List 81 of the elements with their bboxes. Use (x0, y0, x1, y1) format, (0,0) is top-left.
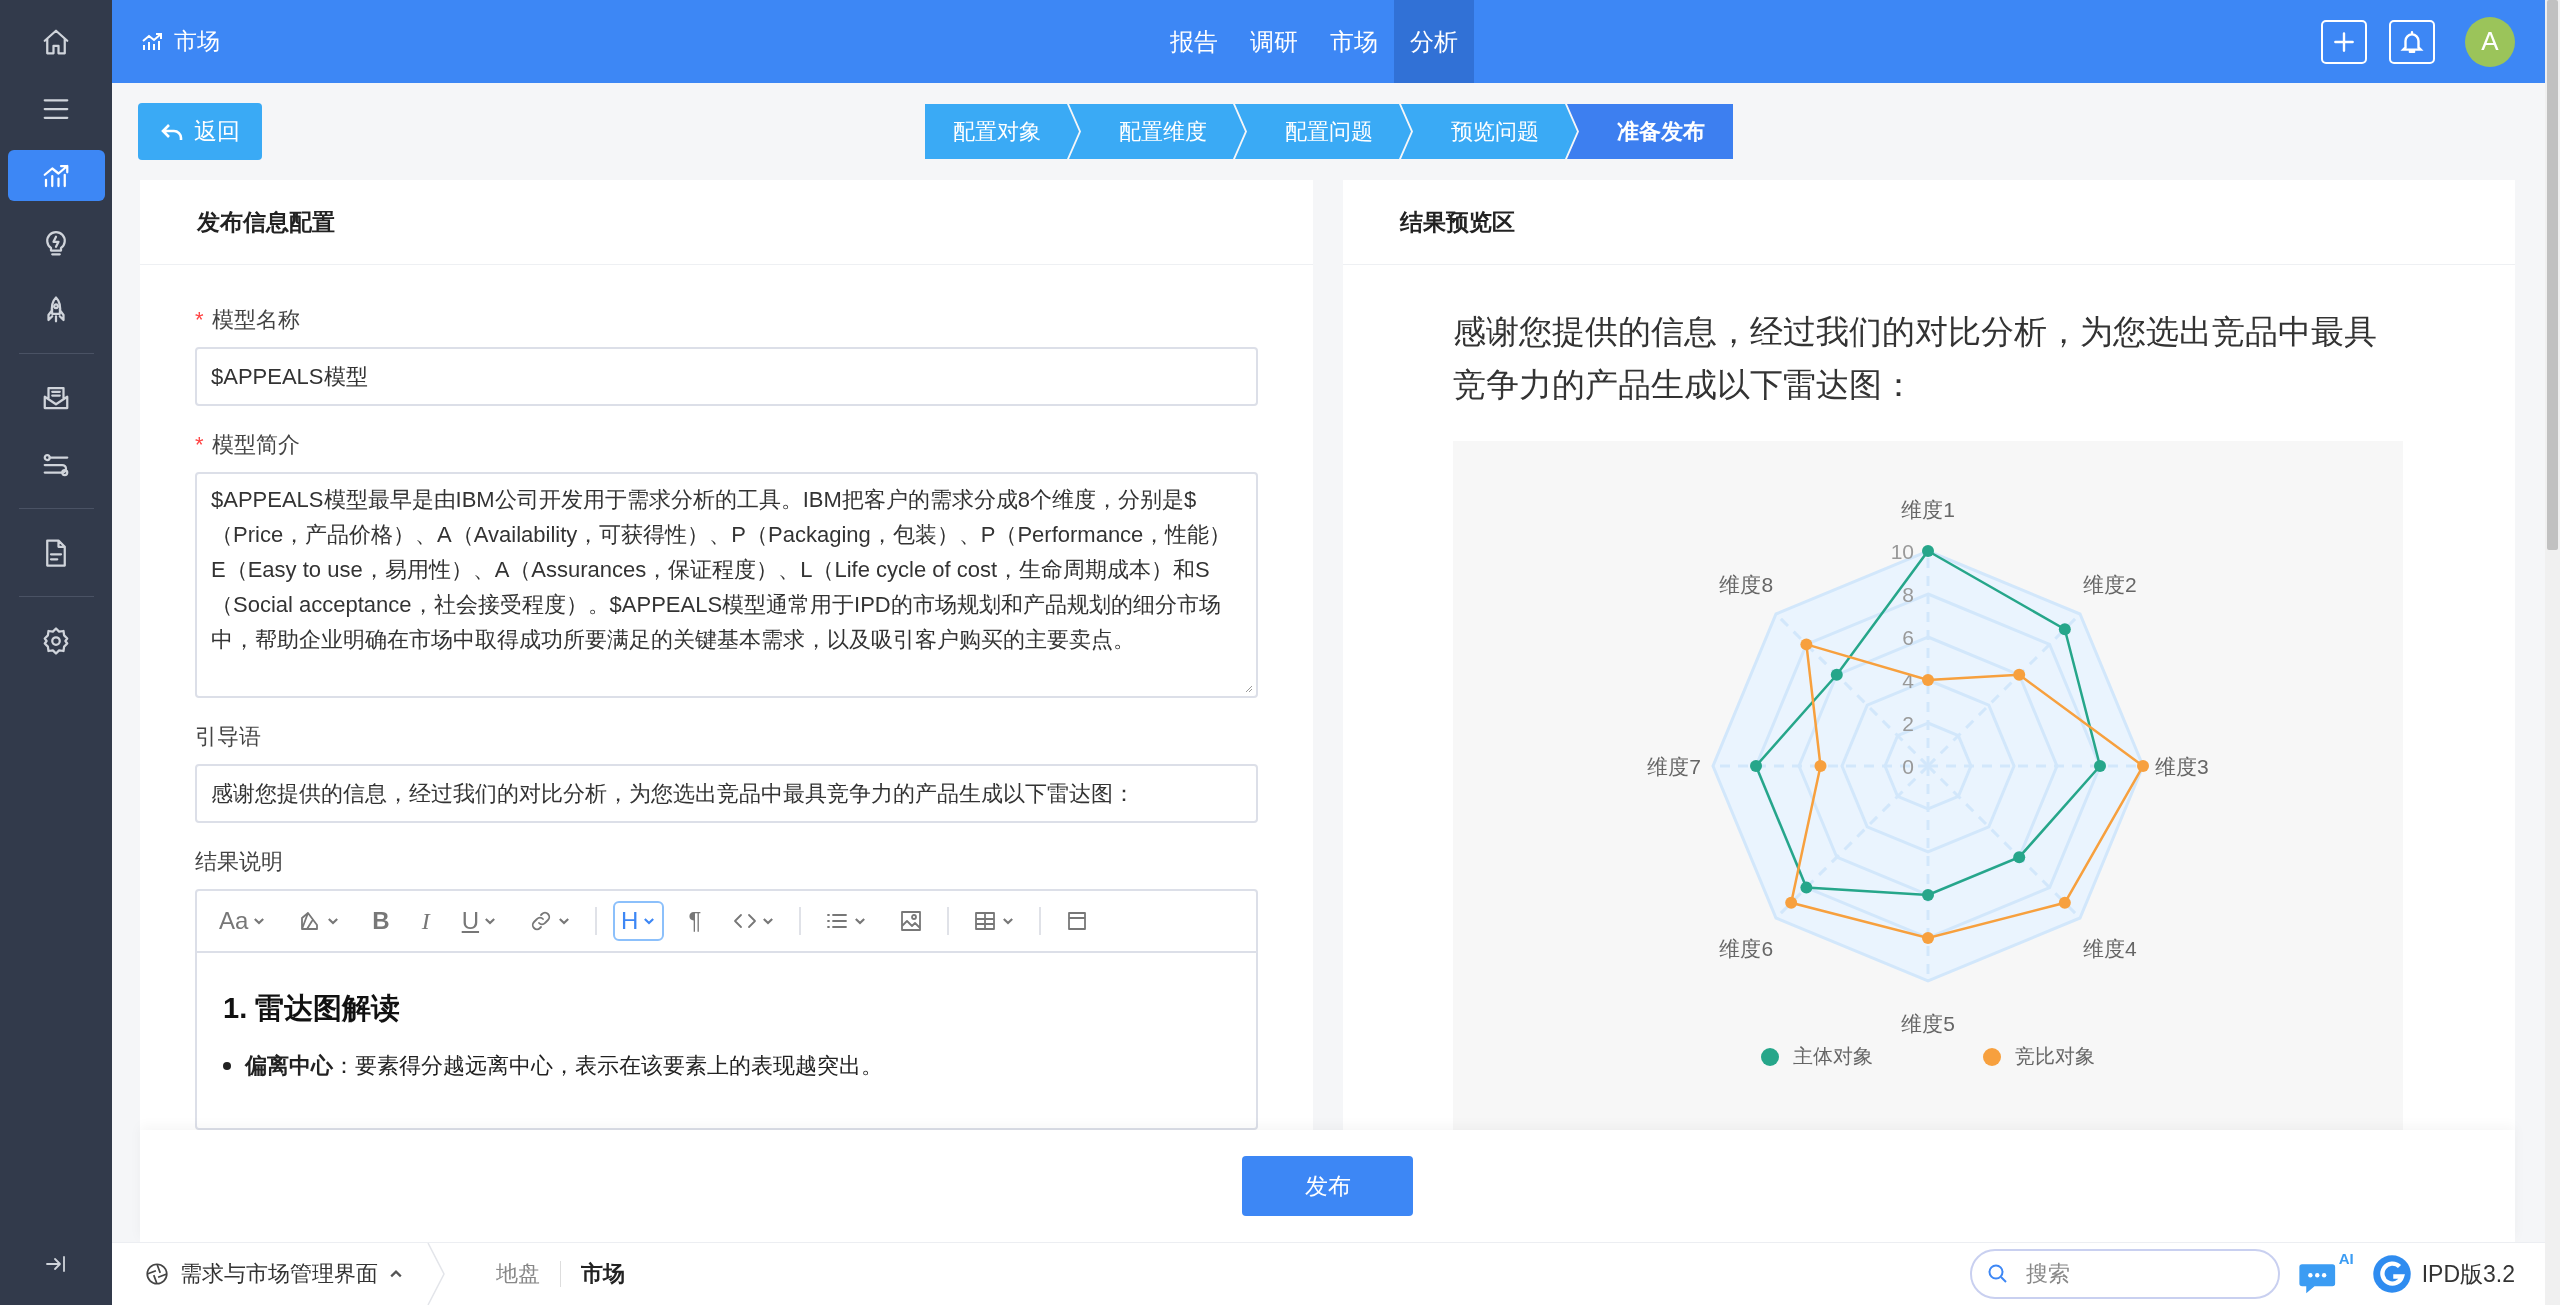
module-switcher[interactable]: 需求与市场管理界面 (144, 1259, 404, 1289)
axis-label: 维度5 (1900, 1012, 1955, 1035)
data-point (1921, 674, 1934, 686)
user-avatar[interactable]: A (2465, 16, 2515, 67)
step-item[interactable]: 配置维度 (1069, 104, 1245, 159)
editor-tool-button[interactable]: U (453, 901, 506, 941)
step-item[interactable]: 配置对象 (925, 104, 1079, 159)
card-title: 发布信息配置 (197, 207, 335, 237)
step-item[interactable]: 预览问题 (1401, 104, 1577, 159)
field-label: 模型名称 (211, 307, 300, 332)
input-field[interactable]: $APPEALS模型 (195, 347, 1258, 406)
ai-assistant-button[interactable]: AI (2297, 1252, 2354, 1296)
tick-label: 6 (1901, 626, 1914, 649)
editor-tool-button[interactable]: H (613, 901, 665, 941)
axis-label: 维度1 (1900, 498, 1955, 521)
data-point (1799, 881, 1812, 894)
search-field[interactable]: 搜索 (1969, 1249, 2280, 1299)
field-label: 引导语 (195, 724, 261, 749)
step-item[interactable]: 准备发布 (1567, 104, 1733, 159)
legend-label: 竞比对象 (2014, 1044, 2095, 1069)
data-point (1814, 760, 1826, 772)
axis-label: 维度7 (1646, 755, 1701, 778)
data-point (2012, 668, 2025, 681)
field-label: 模型简介 (211, 432, 300, 457)
data-point (2136, 760, 2149, 772)
editor-tool-button[interactable]: B (364, 901, 398, 941)
publish-button[interactable]: 发布 (1242, 1156, 1413, 1216)
swirl-logo-icon (2371, 1254, 2412, 1294)
data-point (1921, 932, 1934, 944)
axis-label: 维度6 (1718, 936, 1773, 960)
scrollbar[interactable] (2545, 0, 2560, 1305)
nav-tab[interactable]: 调研 (1233, 0, 1314, 83)
data-point (1921, 889, 1934, 901)
data-point (1784, 896, 1797, 909)
input-field[interactable]: 感谢您提供的信息，经过我们的对比分析，为您选出竞品中最具竞争力的产品生成以下雷达图： (195, 764, 1258, 823)
intro-text: 感谢您提供的信息，经过我们的对比分析，为您选出竞品中最具竞争力的产品生成以下雷达图： (1452, 312, 2378, 405)
data-point (1830, 668, 1843, 681)
tick-label: 10 (1890, 540, 1914, 563)
step-item[interactable]: 配置问题 (1235, 104, 1411, 159)
tick-label: 0 (1901, 755, 1914, 778)
nav-tab[interactable]: 报告 (1153, 0, 1234, 83)
breadcrumb-link[interactable]: 地盘 (476, 1259, 560, 1289)
legend-label: 主体对象 (1792, 1044, 1873, 1069)
nav-tab[interactable]: 分析 (1393, 0, 1474, 83)
data-point (2058, 623, 2071, 636)
editor-tool-button[interactable]: I (413, 901, 438, 941)
table-icon (973, 909, 998, 933)
data-point (1921, 545, 1934, 557)
axis-label: 维度2 (2082, 573, 2137, 597)
editor-tool-button[interactable]: ¶ (680, 901, 710, 941)
axis-label: 维度3 (2154, 755, 2209, 778)
settings-icon (41, 625, 71, 656)
bullet-text: 偏离中心：要素得分越远离中心，表示在该要素上的表现越突出。 (245, 1052, 883, 1080)
data-point (2058, 896, 2071, 909)
tick-label: 8 (1901, 583, 1914, 606)
data-point (1799, 638, 1812, 651)
content-heading: 1. 雷达图解读 (223, 991, 402, 1026)
aperture-icon (144, 1261, 170, 1287)
image-icon (899, 909, 924, 933)
axis-label: 维度4 (2082, 936, 2137, 960)
required-mark: * (195, 307, 204, 332)
editor-tool-button[interactable]: Aa (211, 901, 275, 941)
sidebar-item[interactable] (7, 150, 105, 201)
data-point (2012, 851, 2025, 864)
version-label: IPD版3.2 (2421, 1259, 2515, 1289)
page-title: 市场 (174, 27, 220, 56)
field-label: 结果说明 (195, 848, 284, 876)
back-button[interactable]: 返回 (138, 103, 262, 160)
card-title: 结果预览区 (1399, 207, 1515, 237)
nav-tab[interactable]: 市场 (1313, 0, 1394, 83)
tick-label: 2 (1901, 712, 1914, 735)
bell-icon (2399, 28, 2425, 55)
axis-label: 维度8 (1718, 573, 1773, 597)
data-point (1749, 760, 1762, 772)
bullet-icon (223, 1062, 231, 1070)
add-button[interactable] (2321, 19, 2367, 64)
data-point (2093, 760, 2106, 772)
textarea-field[interactable]: $APPEALS模型最早是由IBM公司开发用于需求分析的工具。IBM把客户的需求分成8个维度，分别是$（Price，产品价格）、A（Availability，可获得性）、P（Packaging，包装）、P（Performance，性能）E（Easy to use，易用性）、A（Assurances，保证程度）、L（Life cycle of cost，生命周期成本）和S（Social acceptance，社会接受程度）。$APPEALS模型通常用于IPD的市场规划和产品规划的细分市场中，帮助企业明确在市场中取得成功所要满足的关键基本需求，以及吸引客户购买的主要卖点。 (195, 472, 1258, 698)
required-mark: * (195, 432, 204, 457)
breadcrumb-link[interactable]: 市场 (561, 1259, 645, 1289)
notification-button[interactable] (2389, 19, 2435, 64)
